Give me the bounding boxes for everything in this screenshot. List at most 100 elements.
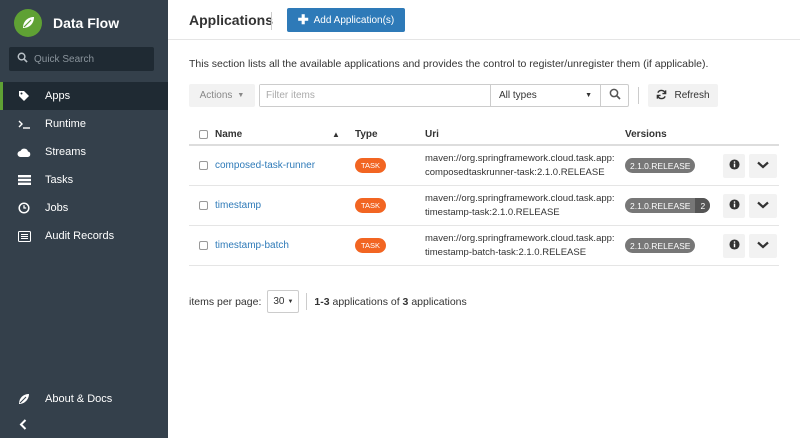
tasks-icon (17, 173, 31, 187)
refresh-button[interactable]: Refresh (648, 84, 718, 107)
uri-line: timestamp-task:2.1.0.RELEASE (425, 206, 560, 218)
chevron-down-icon (757, 200, 769, 212)
add-application-label: Add Application(s) (313, 14, 395, 26)
page-title: Applications (189, 12, 274, 28)
collapse-sidebar-button[interactable] (16, 419, 30, 433)
checkbox-box (199, 161, 208, 170)
info-button[interactable] (723, 193, 745, 218)
search-icon (609, 88, 621, 103)
checkbox-box (199, 241, 208, 250)
list-icon (17, 229, 31, 243)
app-name-link[interactable]: timestamp (215, 200, 261, 211)
search-icon (17, 52, 28, 66)
sidebar-item-streams[interactable]: Streams (0, 138, 168, 166)
info-icon (728, 238, 740, 253)
caret-down-icon: ▼ (585, 92, 592, 99)
version-badge[interactable]: 2.1.0.RELEASE 2 (625, 198, 711, 213)
version-badge: 2.1.0.RELEASE (625, 158, 696, 173)
table-row: timestamp-batch TASK maven://org.springf… (189, 226, 779, 266)
uri-line: maven://org.springframework.cloud.task.a… (425, 232, 615, 244)
pagination-text: applications of (332, 295, 400, 308)
spring-leaf-logo-icon (14, 9, 42, 37)
leaf-icon (17, 392, 31, 406)
row-checkbox[interactable] (199, 186, 208, 225)
select-all-checkbox[interactable] (199, 124, 208, 144)
pagination-range: 1-3 (314, 295, 330, 308)
chevron-down-icon (757, 240, 769, 252)
items-per-page-select[interactable]: 30 ▼ (267, 290, 300, 313)
type-select-value: All types (499, 90, 537, 101)
uri-text: maven://org.springframework.cloud.task.a… (425, 232, 615, 260)
toolbar-divider (638, 87, 639, 104)
column-header-uri: Uri (425, 128, 439, 140)
row-checkbox[interactable] (199, 226, 208, 265)
sidebar-item-label: Apps (45, 90, 71, 102)
sidebar-item-about-docs[interactable]: About & Docs (0, 385, 168, 413)
quick-search-input[interactable] (34, 53, 144, 65)
column-header-type: Type (355, 128, 378, 140)
sidebar-item-label: Runtime (45, 118, 86, 130)
sidebar-item-label: About & Docs (45, 393, 113, 405)
actions-label: Actions (199, 90, 233, 101)
header-divider (271, 12, 272, 30)
table-row: composed-task-runner TASK maven://org.sp… (189, 146, 779, 186)
sidebar: Data Flow Apps Runtime Streams (0, 0, 168, 438)
caret-down-icon: ▼ (237, 92, 245, 99)
refresh-label: Refresh (674, 90, 710, 101)
sidebar-item-tasks[interactable]: Tasks (0, 166, 168, 194)
type-select[interactable]: All types ▼ (490, 85, 600, 106)
sidebar-nav: Apps Runtime Streams Tasks Jobs Audit Re… (0, 82, 168, 250)
quick-search[interactable] (9, 47, 154, 71)
brand-title: Data Flow (53, 15, 120, 31)
app-name-link[interactable]: composed-task-runner (215, 160, 315, 171)
sidebar-item-jobs[interactable]: Jobs (0, 194, 168, 222)
column-header-name[interactable]: Name (215, 124, 242, 144)
checkbox-box (199, 129, 208, 139)
app-name-link[interactable]: timestamp-batch (215, 240, 289, 251)
uri-text: maven://org.springframework.cloud.task.a… (425, 192, 615, 220)
caret-down-icon: ▼ (287, 298, 294, 305)
expand-button[interactable] (749, 193, 777, 218)
expand-button[interactable] (749, 233, 777, 258)
info-button[interactable] (723, 153, 745, 178)
version-label: 2.1.0.RELEASE (630, 240, 691, 251)
sidebar-item-audit-records[interactable]: Audit Records (0, 222, 168, 250)
column-header-versions: Versions (625, 128, 667, 140)
items-per-page-value: 30 (273, 296, 285, 307)
terminal-icon (17, 117, 31, 131)
sidebar-item-label: Audit Records (45, 230, 115, 242)
sort-icon[interactable]: ▲ (332, 124, 340, 144)
pagination-bar: items per page: 30 ▼ 1-3 applications of… (189, 290, 467, 313)
filter-input[interactable] (260, 85, 490, 106)
sidebar-item-runtime[interactable]: Runtime (0, 110, 168, 138)
filter-search-button[interactable] (600, 85, 628, 106)
row-checkbox[interactable] (199, 146, 208, 185)
cloud-icon (17, 145, 31, 159)
version-badge: 2.1.0.RELEASE (625, 238, 696, 253)
refresh-icon (656, 89, 667, 103)
add-application-button[interactable]: ✚ Add Application(s) (287, 8, 405, 32)
brand[interactable]: Data Flow (14, 8, 119, 38)
expand-button[interactable] (749, 153, 777, 178)
page-description: This section lists all the available app… (189, 58, 709, 70)
plus-icon: ✚ (297, 12, 309, 27)
sidebar-about: About & Docs (0, 385, 168, 413)
uri-line: maven://org.springframework.cloud.task.a… (425, 192, 615, 204)
tags-icon (17, 89, 31, 103)
chevron-left-icon (19, 419, 27, 433)
version-label: 2.1.0.RELEASE (630, 160, 691, 171)
pagination-text: applications (411, 295, 467, 308)
sidebar-item-label: Streams (45, 146, 86, 158)
type-badge: TASK (355, 158, 387, 173)
chevron-down-icon (757, 160, 769, 172)
uri-line: composedtaskrunner-task:2.1.0.RELEASE (425, 166, 605, 178)
pager-divider (306, 293, 308, 310)
info-icon (728, 158, 740, 173)
uri-line: maven://org.springframework.cloud.task.a… (425, 152, 615, 164)
version-count: 2 (695, 198, 711, 213)
actions-dropdown[interactable]: Actions ▼ (189, 84, 255, 107)
uri-line: timestamp-batch-task:2.1.0.RELEASE (425, 246, 587, 258)
info-icon (728, 198, 740, 213)
sidebar-item-apps[interactable]: Apps (0, 82, 168, 110)
info-button[interactable] (723, 233, 745, 258)
